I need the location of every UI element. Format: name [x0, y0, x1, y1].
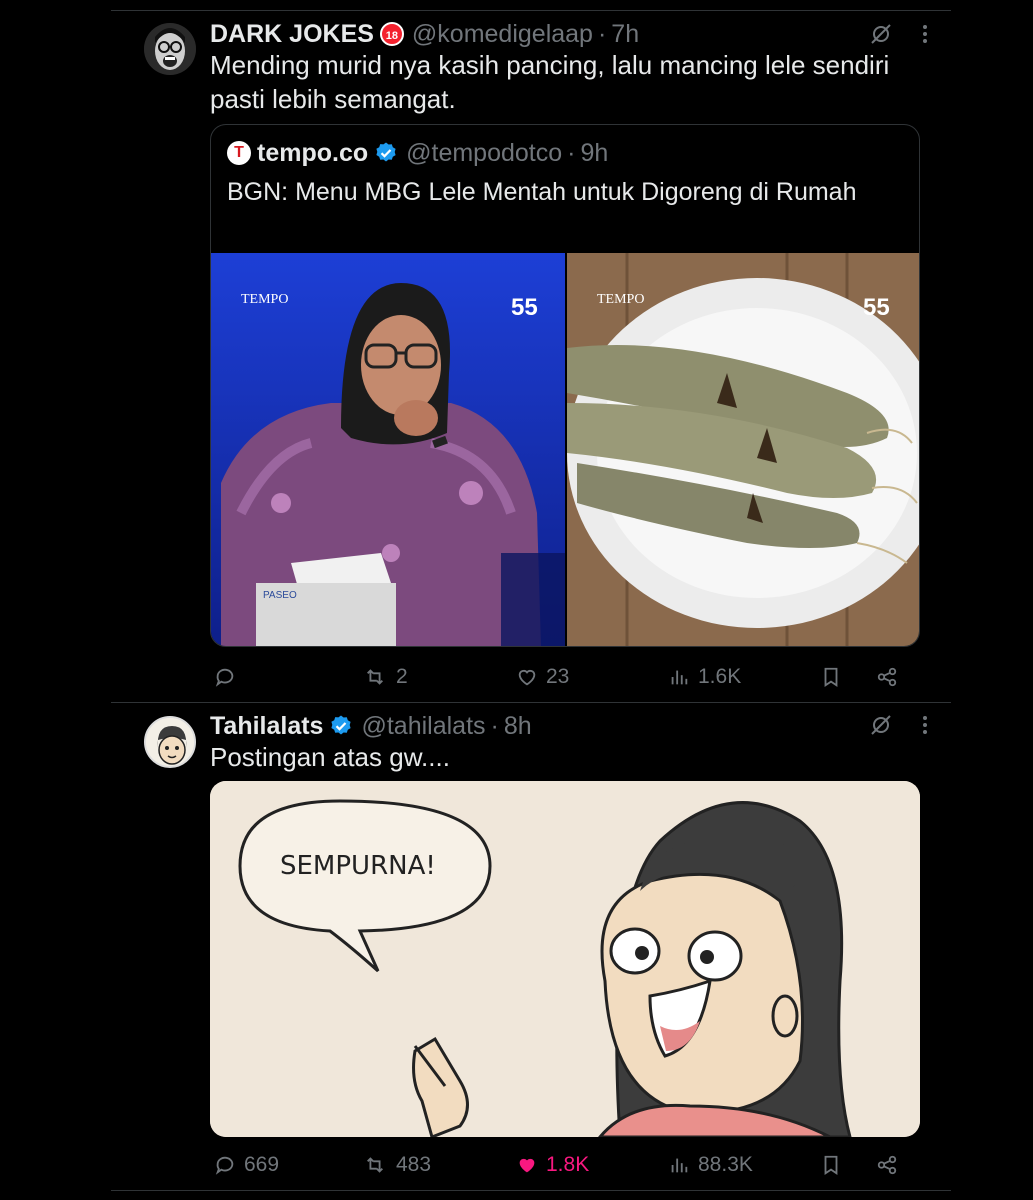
quoted-tweet[interactable]: T tempo.co @tempodotco · 9h BGN: Menu MB… — [210, 124, 920, 647]
grok-icon[interactable] — [865, 709, 897, 741]
like-button[interactable]: 23 — [516, 662, 569, 692]
tweet-text: Mending murid nya kasih pancing, lalu ma… — [210, 50, 890, 114]
views-button[interactable]: 1.6K — [668, 662, 741, 692]
more-icon[interactable] — [909, 18, 941, 50]
logo-letter: T — [234, 144, 244, 161]
more-icon[interactable] — [909, 709, 941, 741]
quote-timestamp: 9h — [580, 138, 609, 167]
grok-icon[interactable] — [865, 18, 897, 50]
quote-image-official[interactable]: PASEO TEMPO 55 — [211, 253, 565, 646]
tweet-header: DARK JOKES 18 @komedigelaap · 7h — [210, 19, 639, 49]
verified-icon — [331, 715, 352, 735]
reply-icon — [215, 668, 234, 687]
quote-separator: · — [567, 138, 576, 167]
quote-text: BGN: Menu MBG Lele Mentah untuk Digoreng… — [227, 178, 857, 206]
quote-image-catfish[interactable]: TEMPO 55 — [567, 253, 919, 646]
quote-author-name: tempo.co — [257, 138, 369, 167]
comic-image[interactable]: SEMPURNA! — [210, 781, 920, 1137]
anniversary-mark: 55 — [863, 294, 890, 321]
views-icon — [671, 1158, 688, 1173]
timestamp[interactable]: 8h — [504, 712, 532, 741]
adult-badge-icon: 18 — [379, 22, 404, 46]
quote-handle: @tempodotco — [406, 138, 563, 167]
quote-header: T tempo.co @tempodotco · 9h — [227, 139, 608, 167]
reply-button[interactable] — [214, 662, 244, 692]
separator: · — [490, 711, 499, 740]
author-handle[interactable]: @tahilalats — [361, 712, 485, 741]
share-icon — [877, 1155, 897, 1175]
like-button[interactable]: 1.8K — [516, 1150, 589, 1180]
tweet-header: Tahilalats @tahilalats · 8h — [210, 711, 532, 741]
tweet-actions: 669 483 1.8K 88.3K — [210, 1150, 930, 1180]
bookmark-button[interactable] — [820, 1150, 850, 1180]
anniversary-mark: 55 — [511, 294, 538, 321]
repost-icon — [367, 669, 383, 685]
avatar[interactable] — [144, 23, 196, 75]
like-count: 23 — [546, 665, 570, 688]
like-count: 1.8K — [546, 1153, 590, 1176]
repost-button[interactable]: 483 — [362, 1150, 431, 1180]
bottom-divider — [111, 1190, 951, 1191]
tweet-actions: 2 23 1.6K — [210, 662, 930, 692]
image-watermark: TEMPO — [597, 292, 644, 307]
views-button[interactable]: 88.3K — [668, 1150, 753, 1180]
tweet-text: Postingan atas gw.... — [210, 742, 450, 772]
repost-icon — [367, 1157, 383, 1173]
reply-count: 669 — [244, 1153, 280, 1176]
share-icon — [877, 667, 897, 687]
like-icon — [518, 669, 536, 686]
image-watermark: TEMPO — [241, 292, 288, 307]
tweet-tahilalats[interactable]: Tahilalats @tahilalats · 8h Postingan at… — [111, 703, 951, 1189]
view-count: 88.3K — [698, 1153, 753, 1176]
separator: · — [597, 19, 607, 48]
view-count: 1.6K — [698, 665, 742, 688]
verified-icon — [376, 142, 396, 162]
avatar[interactable] — [144, 716, 196, 768]
timestamp[interactable]: 7h — [611, 20, 639, 49]
share-button[interactable] — [876, 1150, 906, 1180]
repost-button[interactable]: 2 — [362, 662, 408, 692]
author-name[interactable]: DARK JOKES — [210, 20, 374, 49]
repost-count: 2 — [396, 665, 408, 688]
views-icon — [671, 670, 688, 685]
tempo-logo-icon: T — [227, 141, 251, 165]
share-button[interactable] — [876, 662, 906, 692]
tweet-dark-jokes[interactable]: DARK JOKES 18 @komedigelaap · 7h Mending… — [111, 10, 951, 702]
reply-button[interactable]: 669 — [214, 1150, 279, 1180]
bookmark-button[interactable] — [820, 662, 850, 692]
repost-count: 483 — [396, 1153, 432, 1176]
bookmark-icon — [824, 1155, 838, 1175]
like-icon — [519, 1158, 535, 1173]
author-handle[interactable]: @komedigelaap — [412, 20, 593, 49]
speech-text: SEMPURNA! — [280, 851, 436, 881]
bookmark-icon — [824, 667, 838, 687]
tissue-box-label: PASEO — [263, 590, 297, 601]
author-name[interactable]: Tahilalats — [210, 712, 323, 741]
reply-icon — [215, 1156, 234, 1175]
